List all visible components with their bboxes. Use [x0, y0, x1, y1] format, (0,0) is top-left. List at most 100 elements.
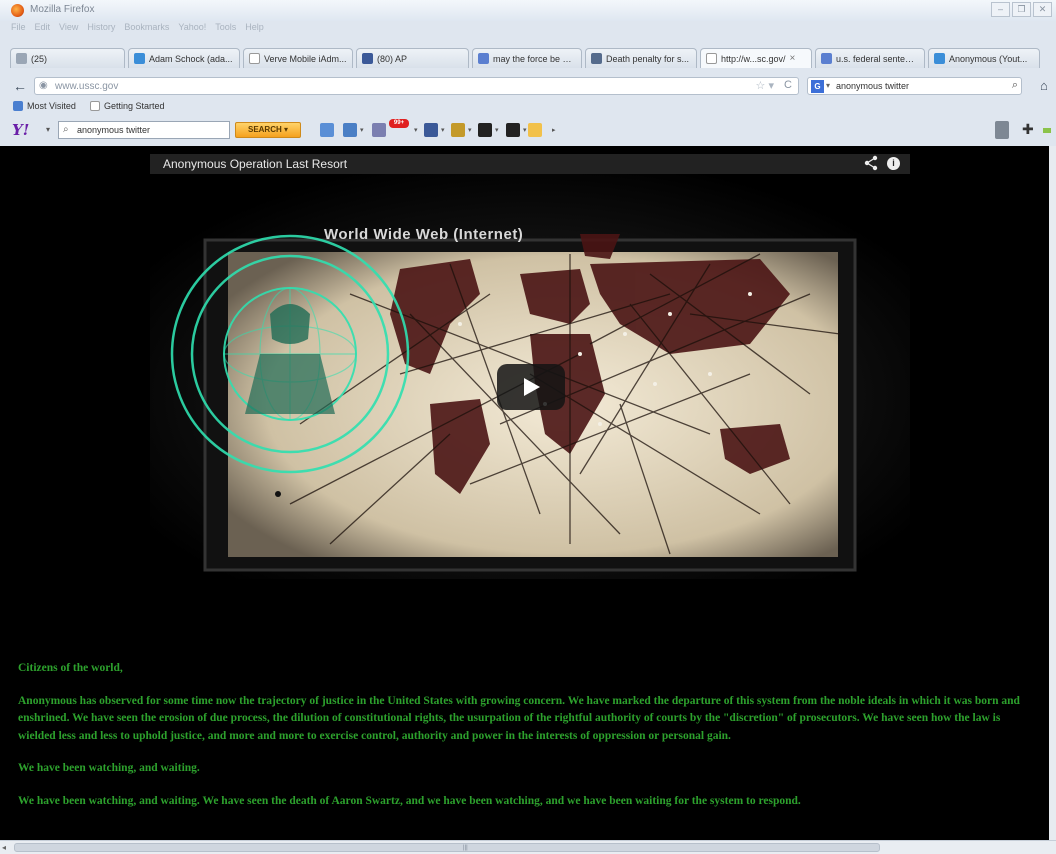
tab-label: u.s. federal sentenc... [836, 53, 919, 64]
horizontal-scrollbar[interactable]: ◂ ||| [0, 840, 1056, 854]
yahoo-menu-dropdown-icon[interactable]: ▾ [46, 125, 50, 134]
folder-icon [13, 101, 23, 111]
page-content: World Wide Web (Internet) Anonymous Oper… [0, 146, 1056, 840]
home-icon[interactable]: ⌂ [1040, 78, 1048, 93]
youtube-embed[interactable]: World Wide Web (Internet) Anonymous Oper… [150, 154, 910, 579]
facebook-icon[interactable] [424, 123, 438, 137]
video-title[interactable]: Anonymous Operation Last Resort [163, 157, 347, 171]
close-window-button[interactable]: ✕ [1033, 2, 1052, 17]
menu-history[interactable]: History [87, 22, 115, 36]
menu-edit[interactable]: Edit [35, 22, 51, 36]
manifesto-paragraph: We have been watching, and waiting. We h… [18, 794, 801, 807]
title-bar: Mozilla Firefox – ❐ ✕ [0, 0, 1056, 21]
twitter-bird-icon [934, 53, 945, 64]
tab-label: Verve Mobile iAdm... [264, 53, 347, 64]
firefox-icon [11, 4, 24, 17]
yahoo-search-button[interactable]: SEARCH ▾ [235, 122, 301, 138]
tab-label: (80) AP [377, 53, 408, 64]
menu-yahoo[interactable]: Yahoo! [178, 22, 206, 36]
back-arrow-icon[interactable]: ← [11, 77, 29, 95]
add-icon[interactable]: ✚ [1022, 121, 1034, 138]
yahoo-search-input[interactable]: ⌕ anonymous twitter [58, 121, 230, 139]
grip-icon: ||| [463, 845, 468, 851]
window-title: Mozilla Firefox [30, 4, 95, 15]
tab-label: Death penalty for s... [606, 53, 690, 64]
url-text: www.ussc.gov [55, 81, 119, 92]
mail-icon[interactable] [372, 123, 386, 137]
video-heading: World Wide Web (Internet) [324, 226, 524, 243]
tab-label: http://w...sc.gov/ [721, 53, 786, 64]
scroll-left-icon[interactable]: ◂ [2, 843, 6, 852]
more-icon[interactable]: ▸ [552, 126, 556, 134]
tab-1[interactable]: (25) [10, 48, 125, 68]
search-icon: ⌕ [63, 124, 69, 135]
mail-count-badge: 99+ [389, 119, 409, 128]
search-bar-value: anonymous twitter [836, 81, 910, 91]
manifesto-paragraph: We have been watching, and waiting. [18, 762, 200, 775]
menu-view[interactable]: View [59, 22, 78, 36]
tab-2[interactable]: Adam Schock (ada... [128, 48, 240, 68]
search-bar[interactable]: G ▾ anonymous twitter ⌕ [807, 77, 1022, 95]
tab-5[interactable]: may the force be w... [472, 48, 582, 68]
finance-icon[interactable] [506, 123, 520, 137]
reload-icon[interactable]: C [784, 79, 792, 91]
dropdown-icon[interactable]: ▾ [414, 126, 418, 134]
minimize-button[interactable]: – [991, 2, 1010, 17]
search-icon[interactable]: ⌕ [1012, 79, 1018, 92]
menu-help[interactable]: Help [245, 22, 264, 36]
bookmark-most-visited[interactable]: Most Visited [13, 101, 76, 111]
menu-file[interactable]: File [11, 22, 26, 36]
bookmark-star-icon[interactable]: ☆ ▾ [756, 79, 774, 92]
page-favicon-icon [249, 53, 260, 64]
scrollbar-thumb[interactable]: ||| [14, 843, 880, 852]
news-favicon-icon [591, 53, 602, 64]
share-icon[interactable] [864, 155, 878, 171]
page-icon [90, 101, 100, 111]
yahoo-logo-icon[interactable]: Y! [12, 121, 29, 139]
games-icon[interactable] [528, 123, 542, 137]
tab-6[interactable]: Death penalty for s... [585, 48, 697, 68]
info-icon[interactable]: i [887, 157, 900, 170]
play-icon [524, 378, 540, 396]
weather-icon[interactable] [451, 123, 465, 137]
search-engine-icon[interactable]: G [811, 80, 824, 93]
tab-3[interactable]: Verve Mobile iAdm... [243, 48, 353, 68]
menu-bookmarks[interactable]: Bookmarks [124, 22, 169, 36]
vertical-scrollbar[interactable] [1049, 146, 1056, 840]
tab-4[interactable]: (80) AP [356, 48, 469, 68]
photos-icon[interactable] [320, 123, 334, 137]
dropdown-icon[interactable]: ▾ [495, 126, 499, 134]
close-tab-icon[interactable]: × [790, 53, 796, 64]
url-bar[interactable]: ◉ www.ussc.gov ☆ ▾ C [34, 77, 799, 95]
dropdown-icon[interactable]: ▾ [523, 126, 527, 134]
tab-label: Adam Schock (ada... [149, 53, 233, 64]
bookmark-label: Getting Started [104, 101, 165, 111]
engine-dropdown-icon[interactable]: ▾ [826, 81, 830, 90]
screen-icon[interactable] [343, 123, 357, 137]
news-icon[interactable] [478, 123, 492, 137]
yahoo-search-value: anonymous twitter [77, 125, 151, 135]
tab-label: may the force be w... [493, 53, 576, 64]
play-button[interactable] [497, 364, 565, 410]
dropdown-icon[interactable]: ▾ [468, 126, 472, 134]
site-identity-icon[interactable]: ◉ [39, 80, 48, 91]
video-frame[interactable]: World Wide Web (Internet) [150, 174, 910, 579]
manifesto-text: Citizens of the world, Anonymous has obs… [18, 660, 1038, 826]
tab-favicon-icon [16, 53, 27, 64]
search-results-icon [478, 53, 489, 64]
mobile-icon[interactable] [995, 121, 1009, 139]
menu-tools[interactable]: Tools [215, 22, 236, 36]
twitter-bird-icon [134, 53, 145, 64]
dropdown-icon[interactable]: ▾ [360, 126, 364, 134]
dropdown-icon[interactable]: ▾ [441, 126, 445, 134]
tab-9[interactable]: Anonymous (Yout... [928, 48, 1040, 68]
menu-bar: File Edit View History Bookmarks Yahoo! … [0, 22, 264, 36]
page-favicon-icon [706, 53, 717, 64]
tab-strip: (25) Adam Schock (ada... Verve Mobile iA… [0, 46, 1056, 69]
bookmark-getting-started[interactable]: Getting Started [90, 101, 165, 111]
tab-8[interactable]: u.s. federal sentenc... [815, 48, 925, 68]
bookmark-label: Most Visited [27, 101, 76, 111]
tab-active[interactable]: http://w...sc.gov/ × [700, 48, 812, 68]
maximize-button[interactable]: ❐ [1012, 2, 1031, 17]
tab-label: Anonymous (Yout... [949, 53, 1028, 64]
